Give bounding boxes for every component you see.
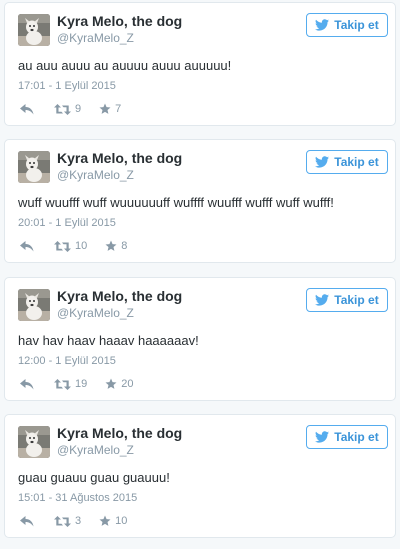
avatar[interactable]: [18, 289, 50, 321]
star-icon: [99, 103, 111, 114]
dog-avatar: [18, 14, 50, 46]
favorite-count: 7: [115, 103, 122, 115]
retweet-icon: [54, 240, 71, 252]
follow-label: Takip et: [334, 293, 379, 307]
tweet-actions: 9 7: [20, 103, 121, 115]
tweet-timestamp[interactable]: 12:00 - 1 Eylül 2015: [18, 354, 116, 368]
tweet-card: Kyra Melo, the dog @KyraMelo_Z Takip et …: [4, 2, 396, 126]
author-name[interactable]: Kyra Melo, the dog: [57, 150, 182, 167]
reply-icon: [20, 378, 34, 389]
reply-button[interactable]: [20, 515, 34, 527]
retweet-icon: [54, 378, 71, 390]
star-icon: [105, 240, 117, 251]
tweet-card: Kyra Melo, the dog @KyraMelo_Z Takip et …: [4, 414, 396, 538]
author-block: Kyra Melo, the dog @KyraMelo_Z: [57, 150, 182, 184]
twitter-bird-icon: [315, 294, 330, 306]
author-block: Kyra Melo, the dog @KyraMelo_Z: [57, 425, 182, 459]
dog-avatar: [18, 151, 50, 183]
follow-label: Takip et: [334, 18, 379, 32]
follow-button[interactable]: Takip et: [306, 13, 388, 37]
twitter-bird-icon: [315, 431, 330, 443]
author-handle[interactable]: @KyraMelo_Z: [57, 167, 182, 184]
retweet-button[interactable]: 9: [54, 103, 81, 115]
author-name[interactable]: Kyra Melo, the dog: [57, 13, 182, 30]
tweet-card: Kyra Melo, the dog @KyraMelo_Z Takip et …: [4, 139, 396, 263]
tweet-timestamp[interactable]: 20:01 - 1 Eylül 2015: [18, 216, 116, 230]
retweet-count: 19: [75, 378, 88, 390]
twitter-bird-icon: [315, 156, 330, 168]
tweet-text: au auu auuu au auuuu auuu auuuuu!: [18, 58, 232, 73]
reply-icon: [20, 515, 34, 526]
tweet-actions: 10 8: [20, 240, 127, 252]
follow-button[interactable]: Takip et: [306, 288, 388, 312]
retweet-button[interactable]: 19: [54, 378, 87, 390]
star-icon: [99, 515, 111, 526]
retweet-button[interactable]: 3: [54, 515, 81, 527]
avatar[interactable]: [18, 14, 50, 46]
follow-label: Takip et: [334, 155, 379, 169]
reply-button[interactable]: [20, 103, 34, 115]
twitter-bird-icon: [315, 19, 330, 31]
author-block: Kyra Melo, the dog @KyraMelo_Z: [57, 13, 182, 47]
retweet-count: 9: [75, 103, 82, 115]
reply-icon: [20, 240, 34, 251]
tweet-timestamp[interactable]: 17:01 - 1 Eylül 2015: [18, 79, 116, 93]
follow-label: Takip et: [334, 430, 379, 444]
favorite-button[interactable]: 20: [105, 378, 134, 390]
favorite-button[interactable]: 8: [105, 240, 127, 252]
tweet-timestamp[interactable]: 15:01 - 31 Ağustos 2015: [18, 491, 137, 505]
retweet-icon: [54, 515, 71, 527]
star-icon: [105, 378, 117, 389]
favorite-count: 8: [121, 240, 128, 252]
retweet-count: 10: [75, 240, 88, 252]
retweet-button[interactable]: 10: [54, 240, 87, 252]
follow-button[interactable]: Takip et: [306, 150, 388, 174]
favorite-button[interactable]: 7: [99, 103, 121, 115]
author-handle[interactable]: @KyraMelo_Z: [57, 442, 182, 459]
tweet-feed: Kyra Melo, the dog @KyraMelo_Z Takip et …: [0, 0, 400, 549]
tweet-actions: 3 10: [20, 515, 127, 527]
tweet-actions: 19 20: [20, 378, 134, 390]
follow-button[interactable]: Takip et: [306, 425, 388, 449]
retweet-count: 3: [75, 515, 82, 527]
favorite-count: 20: [121, 378, 134, 390]
author-handle[interactable]: @KyraMelo_Z: [57, 305, 182, 322]
author-handle[interactable]: @KyraMelo_Z: [57, 30, 182, 47]
avatar[interactable]: [18, 151, 50, 183]
author-name[interactable]: Kyra Melo, the dog: [57, 288, 182, 305]
reply-button[interactable]: [20, 378, 34, 390]
dog-avatar: [18, 289, 50, 321]
favorite-count: 10: [115, 515, 128, 527]
reply-icon: [20, 103, 34, 114]
reply-button[interactable]: [20, 240, 34, 252]
retweet-icon: [54, 103, 71, 115]
tweet-text: guau guauu guau guauuu!: [18, 470, 170, 485]
tweet-card: Kyra Melo, the dog @KyraMelo_Z Takip et …: [4, 277, 396, 401]
avatar[interactable]: [18, 426, 50, 458]
author-block: Kyra Melo, the dog @KyraMelo_Z: [57, 288, 182, 322]
tweet-text: wuff wuufff wuff wuuuuuuff wuffff wuufff…: [18, 195, 334, 210]
author-name[interactable]: Kyra Melo, the dog: [57, 425, 182, 442]
dog-avatar: [18, 426, 50, 458]
tweet-text: hav hav haav haaav haaaaaav!: [18, 333, 199, 348]
favorite-button[interactable]: 10: [99, 515, 127, 527]
